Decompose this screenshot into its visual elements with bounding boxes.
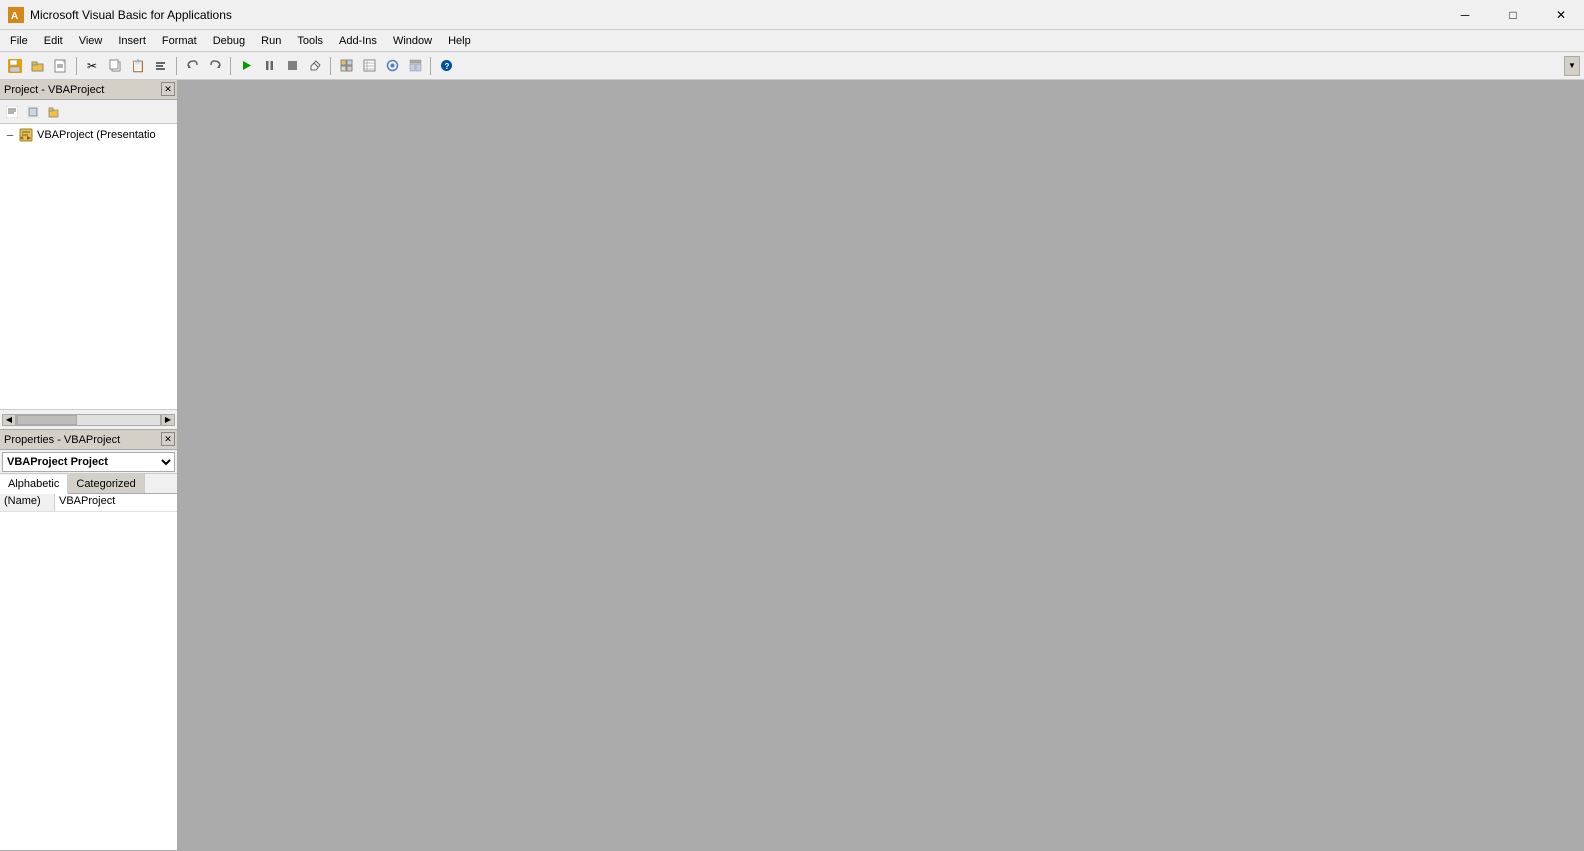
toolbar: ✂ 📋: [0, 52, 1584, 80]
props-value-cell[interactable]: VBAProject: [55, 494, 177, 511]
toolbar-props[interactable]: [358, 55, 380, 77]
main-workspace: [178, 80, 1584, 851]
svg-text:A: A: [11, 11, 18, 22]
project-panel-header: Project - VBAProject ✕: [0, 80, 177, 100]
project-panel-toolbar: [0, 100, 177, 124]
props-tabs: Alphabetic Categorized: [0, 474, 177, 494]
toolbar-design[interactable]: [304, 55, 326, 77]
toolbar-copy[interactable]: [104, 55, 126, 77]
toolbar-find[interactable]: [150, 55, 172, 77]
menu-insert[interactable]: Insert: [110, 31, 154, 51]
toolbar-stop[interactable]: [281, 55, 303, 77]
scrollbar-thumb[interactable]: [17, 415, 77, 425]
title-bar-controls: ─ □ ✕: [1442, 0, 1584, 29]
project-close-button[interactable]: ✕: [161, 82, 175, 96]
menu-window[interactable]: Window: [385, 31, 440, 51]
toolbar-new[interactable]: [50, 55, 72, 77]
props-dropdown-row: VBAProject Project: [0, 450, 177, 474]
toolbar-help[interactable]: ?: [435, 55, 457, 77]
menu-tools[interactable]: Tools: [289, 31, 331, 51]
toolbar-redo[interactable]: [204, 55, 226, 77]
project-scrollbar-area: ◀ ▶: [0, 409, 177, 429]
scroll-left-button[interactable]: ◀: [2, 414, 16, 426]
title-bar-text: Microsoft Visual Basic for Applications: [30, 8, 1576, 22]
menu-addins[interactable]: Add-Ins: [331, 31, 385, 51]
toolbar-save[interactable]: [4, 55, 26, 77]
toolbar-project[interactable]: [335, 55, 357, 77]
main-area: Project - VBAProject ✕: [0, 80, 1584, 851]
toolbar-paste[interactable]: 📋: [127, 55, 149, 77]
menu-view[interactable]: View: [71, 31, 111, 51]
tree-expand-icon[interactable]: ─: [4, 129, 16, 141]
project-view-code[interactable]: [2, 102, 22, 122]
menu-bar: File Edit View Insert Format Debug Run T…: [0, 30, 1584, 52]
project-panel-title: Project - VBAProject: [4, 84, 173, 96]
properties-panel-header: Properties - VBAProject ✕: [0, 430, 177, 450]
menu-format[interactable]: Format: [154, 31, 205, 51]
menu-debug[interactable]: Debug: [205, 31, 253, 51]
menu-edit[interactable]: Edit: [36, 31, 71, 51]
project-toggle-folders[interactable]: [44, 102, 64, 122]
toolbar-objbrowser[interactable]: [381, 55, 403, 77]
maximize-button[interactable]: □: [1490, 0, 1536, 30]
horizontal-scrollbar[interactable]: [16, 414, 161, 426]
svg-text:?: ?: [444, 62, 449, 71]
toolbar-open[interactable]: [27, 55, 49, 77]
title-bar: A Microsoft Visual Basic for Application…: [0, 0, 1584, 30]
toolbar-sep-1: [76, 57, 77, 75]
props-row-name: (Name) VBAProject: [0, 494, 177, 512]
props-tab-alphabetic[interactable]: Alphabetic: [0, 475, 68, 494]
menu-help[interactable]: Help: [440, 31, 479, 51]
properties-panel: Properties - VBAProject ✕ VBAProject Pro…: [0, 430, 177, 851]
toolbar-toolbox[interactable]: [404, 55, 426, 77]
project-panel: Project - VBAProject ✕: [0, 80, 177, 430]
props-name-cell: (Name): [0, 494, 55, 511]
properties-close-button[interactable]: ✕: [161, 432, 175, 446]
menu-run[interactable]: Run: [253, 31, 289, 51]
props-grid: (Name) VBAProject: [0, 494, 177, 850]
toolbar-scroll[interactable]: ▼: [1564, 56, 1580, 76]
toolbar-cut[interactable]: ✂: [81, 55, 103, 77]
scroll-right-button[interactable]: ▶: [161, 414, 175, 426]
app-icon: A: [8, 7, 24, 23]
toolbar-sep-4: [330, 57, 331, 75]
toolbar-sep-5: [430, 57, 431, 75]
properties-panel-title: Properties - VBAProject: [4, 434, 173, 446]
left-panels: Project - VBAProject ✕: [0, 80, 178, 851]
toolbar-pause[interactable]: [258, 55, 280, 77]
props-object-dropdown[interactable]: VBAProject Project: [2, 452, 175, 472]
close-button[interactable]: ✕: [1538, 0, 1584, 30]
toolbar-sep-3: [230, 57, 231, 75]
toolbar-sep-2: [176, 57, 177, 75]
minimize-button[interactable]: ─: [1442, 0, 1488, 30]
toolbar-undo[interactable]: [181, 55, 203, 77]
project-tree: ─ VBAProject (Presentatio: [0, 124, 177, 409]
props-tab-categorized[interactable]: Categorized: [68, 474, 144, 493]
tree-item-label: VBAProject (Presentatio: [37, 129, 156, 141]
project-view-object[interactable]: [23, 102, 43, 122]
tree-item-vbaproject[interactable]: ─ VBAProject (Presentatio: [2, 126, 175, 144]
tree-project-icon: [18, 127, 34, 143]
toolbar-run[interactable]: [235, 55, 257, 77]
menu-file[interactable]: File: [2, 31, 36, 51]
